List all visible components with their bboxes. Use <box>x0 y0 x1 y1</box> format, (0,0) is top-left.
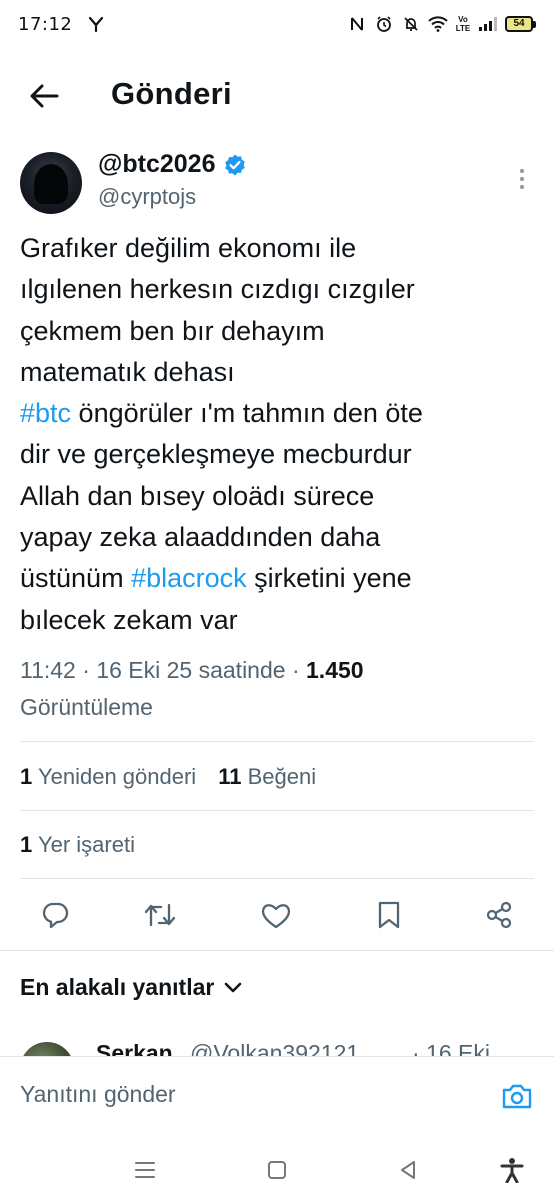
bookmark-button[interactable] <box>366 892 412 938</box>
system-navigation-bar <box>0 1140 554 1200</box>
like-icon <box>261 904 291 929</box>
app-header: Gönderi <box>0 62 554 128</box>
post-text-line: dir ve gerçekleşmeye mecburdur <box>20 434 540 475</box>
post-text-line: matematık dehası <box>20 352 540 393</box>
post-date: 16 Eki 25 saatinde <box>96 657 286 683</box>
post-text-segment: öngörüler ı'm tahmın den öte <box>71 398 423 429</box>
reply-date: · 16 Eki <box>412 1040 490 1056</box>
more-vertical-icon <box>520 169 524 173</box>
post-text-line: Allah dan bısey oloädı sürece <box>20 476 540 517</box>
divider <box>20 810 534 811</box>
bookmarks-row: 1 Yer işareti <box>20 832 135 858</box>
reply-compose-bar: Yanıtını gönder <box>0 1056 554 1138</box>
menu-icon <box>135 1162 155 1178</box>
post-text-line: bılecek zekam var <box>20 600 540 641</box>
bookmark-icon <box>378 901 400 929</box>
reply-item[interactable]: Serkan @Volkan392121 · 16 Eki <box>0 1032 554 1056</box>
alarm-icon <box>374 14 394 34</box>
more-options-button[interactable] <box>510 166 534 192</box>
back-button[interactable] <box>24 76 64 116</box>
post-text-segment: Grafıker değilim ekonomı ile <box>20 233 357 263</box>
bookmarks-stat[interactable]: 1 Yer işareti <box>20 832 135 858</box>
camera-button[interactable] <box>498 1077 536 1115</box>
post-text-segment: Allah dan bısey oloädı sürece <box>20 480 375 511</box>
reply-author-name[interactable]: Serkan <box>96 1040 173 1056</box>
page-title: Gönderi <box>111 76 232 111</box>
reply-avatar[interactable] <box>20 1042 74 1056</box>
share-button[interactable] <box>476 892 522 938</box>
accessibility-button[interactable] <box>494 1152 530 1188</box>
divider <box>0 950 554 951</box>
post-text-line: Grafıker değilim ekonomı ile <box>20 228 540 269</box>
views-count: 1.450 <box>306 657 364 683</box>
author-display-name[interactable]: @btc2026 <box>98 150 216 179</box>
accessibility-icon <box>500 1158 524 1183</box>
views-label: Görüntüleme <box>20 694 153 720</box>
mute-bell-icon <box>401 14 421 34</box>
battery-level: 54 <box>505 16 533 32</box>
signal-icon <box>478 14 498 34</box>
reply-author-handle[interactable]: @Volkan392121 <box>190 1040 359 1056</box>
reply-icon <box>42 902 69 929</box>
divider <box>20 878 534 879</box>
reply-button[interactable] <box>32 892 78 938</box>
hashtag-link[interactable]: #btc <box>20 398 71 428</box>
hashtag-link[interactable]: #blacrock <box>131 563 247 593</box>
replies-sort-dropdown[interactable]: En alakalı yanıtlar <box>20 974 242 1001</box>
author-handle[interactable]: @cyrptojs <box>98 184 196 210</box>
volte-label: Vo LTE <box>455 15 471 33</box>
post-text-segment: ılgılenen herkesın cızdıgı cızgıler <box>20 274 415 305</box>
reply-input[interactable]: Yanıtını gönder <box>20 1081 176 1108</box>
repost-icon <box>144 903 176 927</box>
post-text-segment: bılecek zekam var <box>20 604 238 635</box>
divider <box>20 741 534 742</box>
post-text-segment: şirketini yene <box>246 563 412 594</box>
back-triangle-icon <box>401 1161 415 1179</box>
back-arrow-icon <box>30 84 59 108</box>
battery-indicator: 54 <box>505 16 536 32</box>
share-icon <box>486 901 512 929</box>
author-name-row[interactable]: @btc2026 <box>98 150 247 179</box>
post-text: Grafıker değilim ekonomı ile ılgılenen he… <box>20 228 540 641</box>
repost-button[interactable] <box>137 892 183 938</box>
notification-app-icon <box>86 14 106 34</box>
camera-icon <box>502 1084 532 1109</box>
post-text-segment: dir ve gerçekleşmeye mecburdur <box>20 439 412 470</box>
verified-badge-icon <box>224 154 245 175</box>
post-text-segment: yapay zeka alaaddınden daha <box>20 522 381 553</box>
post-text-segment: üstünüm <box>20 563 132 594</box>
status-time: 17:12 <box>18 13 73 35</box>
reposts-stat[interactable]: 1 Yeniden gönderi <box>20 764 196 790</box>
likes-stat[interactable]: 11 Beğeni <box>218 764 316 790</box>
replies-sort-label: En alakalı yanıtlar <box>20 974 215 1000</box>
back-nav-button[interactable] <box>390 1152 426 1188</box>
author-avatar[interactable] <box>20 152 82 214</box>
home-button[interactable] <box>259 1152 295 1188</box>
nfc-icon <box>347 14 367 34</box>
post-actions <box>0 892 554 938</box>
post-time: 11:42 <box>20 657 76 683</box>
chevron-down-icon <box>225 982 242 992</box>
status-bar: 17:12 Vo LTE 54 <box>0 0 554 48</box>
post-text-line: yapay zeka alaaddınden daha <box>20 517 540 558</box>
post-text-line: üstünüm #blacrock şirketini yene <box>20 558 540 599</box>
recents-button[interactable] <box>127 1152 163 1188</box>
post-text-line: #btc öngörüler ı'm tahmın den öte <box>20 393 540 434</box>
post-text-segment: matematık dehası <box>20 356 235 387</box>
post-text-line: ılgılenen herkesın cızdıgı cızgıler <box>20 269 540 310</box>
post-text-line: çekmem ben bır dehayım <box>20 311 540 352</box>
post-meta: 11:42 · 16 Eki 25 saatinde · 1.450 Görün… <box>20 657 364 720</box>
home-square-icon <box>268 1161 286 1179</box>
like-button[interactable] <box>253 892 299 938</box>
wifi-icon <box>428 14 448 34</box>
post-text-segment: çekmem ben bır dehayım <box>20 315 325 346</box>
engagement-stats: 1 Yeniden gönderi 11 Beğeni <box>20 764 316 790</box>
